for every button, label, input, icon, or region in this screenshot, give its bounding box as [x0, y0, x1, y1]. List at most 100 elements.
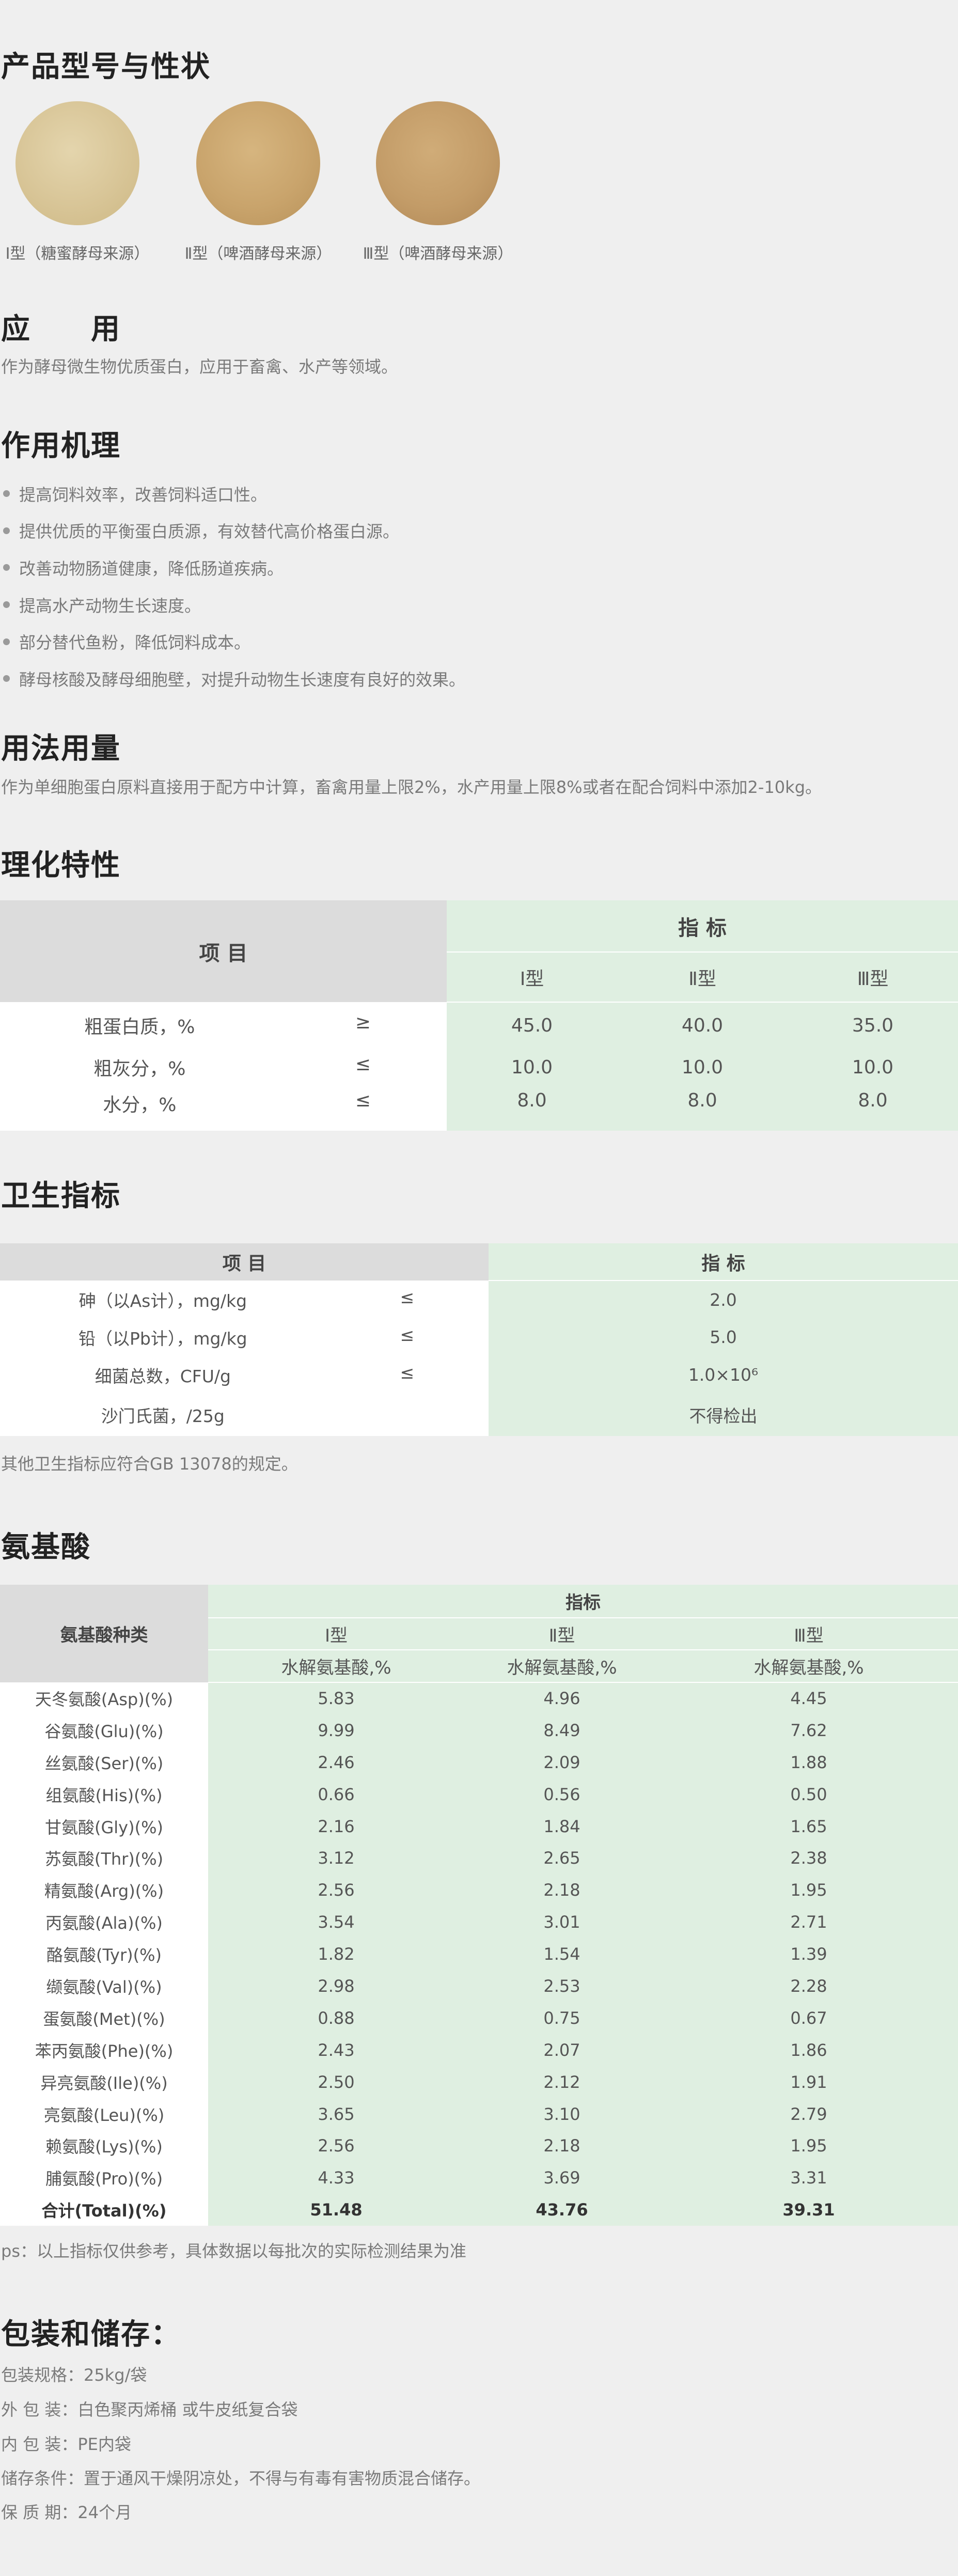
table-row: 赖氨酸(Lys)(%) 2.56 2.18 1.95: [0, 2130, 958, 2162]
list-item: 酵母核酸及酵母细胞壁，对提升动物生长速度有良好的效果。: [1, 660, 465, 697]
amino-value: 7.62: [659, 1714, 958, 1746]
amino-name: 脯氨酸(Pro)(%): [0, 2162, 208, 2194]
table-row: 甘氨酸(Gly)(%) 2.16 1.84 1.65: [0, 1810, 958, 1843]
amino-name: 丙氨酸(Ala)(%): [0, 1906, 208, 1939]
type-header-1: Ⅰ型: [208, 1617, 464, 1650]
amino-name: 谷氨酸(Glu)(%): [0, 1714, 208, 1746]
header-item: 项 目: [0, 900, 447, 1002]
amino-name: 丝氨酸(Ser)(%): [0, 1746, 208, 1778]
table-row: 水分，% ≤ 8.0 8.0 8.0: [0, 1086, 958, 1131]
amino-value: 2.56: [208, 1874, 464, 1907]
table-row: 谷氨酸(Glu)(%) 9.99 8.49 7.62: [0, 1714, 958, 1746]
type-header-1: Ⅰ型: [447, 951, 617, 1002]
product-type-3: Ⅲ型（啤酒酵母来源）: [355, 101, 521, 263]
amino-value: 8.49: [464, 1714, 659, 1746]
bullet-icon: [3, 490, 10, 497]
amino-value: 1.39: [659, 1938, 958, 1971]
table-row: 组氨酸(His)(%) 0.66 0.56 0.50: [0, 1778, 958, 1810]
amino-name: 合计(Total)(%): [0, 2194, 208, 2226]
amino-name: 甘氨酸(Gly)(%): [0, 1810, 208, 1843]
amino-value: 2.28: [659, 1970, 958, 2002]
table-row-total: 合计(Total)(%) 51.48 43.76 39.31: [0, 2194, 958, 2226]
amino-value: 5.83: [208, 1682, 464, 1714]
packaging-outer: 外 包 装：白色聚丙烯桶 或牛皮纸复合袋: [1, 2400, 298, 2419]
amino-value: 2.07: [464, 2034, 659, 2066]
amino-value: 0.75: [464, 2002, 659, 2034]
amino-value: 1.82: [208, 1938, 464, 1971]
amino-value: 9.99: [208, 1714, 464, 1746]
subheader-3: 水解氨基酸,%: [659, 1649, 958, 1682]
header-index: 指标: [208, 1585, 958, 1618]
product-type-1: Ⅰ型（糖蜜酵母来源）: [0, 101, 160, 263]
amino-value: 2.12: [464, 2066, 659, 2098]
amino-value: 3.31: [659, 2162, 958, 2194]
table-row: 酪氨酸(Tyr)(%) 1.82 1.54 1.39: [0, 1938, 958, 1971]
hygiene-note: 其他卫生指标应符合GB 13078的规定。: [1, 1454, 298, 1474]
table-row: 细菌总数，CFU/g ≤ 1.0×10⁶: [0, 1356, 958, 1394]
packaging-spec: 包装规格：25kg/袋: [1, 2365, 147, 2385]
powder-image-3: [376, 101, 500, 225]
amino-value: 2.53: [464, 1970, 659, 2002]
table-row: 异亮氨酸(Ile)(%) 2.50 2.12 1.91: [0, 2066, 958, 2098]
amino-value: 2.46: [208, 1746, 464, 1778]
amino-name: 组氨酸(His)(%): [0, 1778, 208, 1810]
table-row: 精氨酸(Arg)(%) 2.56 2.18 1.95: [0, 1874, 958, 1907]
amino-name: 苯丙氨酸(Phe)(%): [0, 2034, 208, 2066]
amino-value: 4.45: [659, 1682, 958, 1714]
usage-text: 作为单细胞蛋白原料直接用于配方中计算，畜禽用量上限2%，水产用量上限8%或者在配…: [1, 777, 822, 797]
type-header-2: Ⅱ型: [617, 951, 788, 1002]
table-row: 砷（以As计），mg/kg ≤ 2.0: [0, 1280, 958, 1318]
amino-value: 2.56: [208, 2130, 464, 2162]
hygiene-table: 项 目 指 标 砷（以As计），mg/kg ≤ 2.0 铅（以Pb计），mg/kg…: [0, 1243, 958, 1436]
amino-value: 2.38: [659, 1842, 958, 1875]
section-title-packaging: 包装和储存：: [1, 2318, 181, 2351]
product-caption-2: Ⅱ型（啤酒酵母来源）: [184, 245, 332, 263]
bullet-icon: [3, 564, 10, 571]
table-row: 缬氨酸(Val)(%) 2.98 2.53 2.28: [0, 1970, 958, 2002]
table-row: 丝氨酸(Ser)(%) 2.46 2.09 1.88: [0, 1746, 958, 1778]
amino-name: 精氨酸(Arg)(%): [0, 1874, 208, 1907]
storage-condition: 储存条件：置于通风干燥阴凉处，不得与有毒有害物质混合储存。: [1, 2469, 481, 2488]
section-title-product: 产品型号与性状: [1, 50, 211, 84]
type-header-2: Ⅱ型: [464, 1617, 659, 1650]
header-index: 指 标: [447, 900, 958, 952]
table-row: 天冬氨酸(Asp)(%) 5.83 4.96 4.45: [0, 1682, 958, 1714]
type-header-3: Ⅲ型: [788, 951, 958, 1002]
product-caption-1: Ⅰ型（糖蜜酵母来源）: [5, 245, 150, 263]
type-header-3: Ⅲ型: [659, 1617, 958, 1650]
amino-value: 3.69: [464, 2162, 659, 2194]
amino-value: 1.91: [659, 2066, 958, 2098]
amino-value: 1.54: [464, 1938, 659, 1971]
mechanism-list: 提高饲料效率，改善饲料适口性。 提供优质的平衡蛋白质源，有效替代高价格蛋白源。 …: [1, 475, 465, 697]
amino-value: 43.76: [464, 2194, 659, 2226]
amino-name: 缬氨酸(Val)(%): [0, 1970, 208, 2002]
amino-value: 4.96: [464, 1682, 659, 1714]
table-row: 蛋氨酸(Met)(%) 0.88 0.75 0.67: [0, 2002, 958, 2034]
amino-value: 0.56: [464, 1778, 659, 1810]
amino-name: 赖氨酸(Lys)(%): [0, 2130, 208, 2162]
amino-value: 2.16: [208, 1810, 464, 1843]
table-row: 粗灰分，% ≤ 10.0 10.0 10.0: [0, 1049, 958, 1086]
amino-value: 3.54: [208, 1906, 464, 1939]
section-title-hygiene: 卫生指标: [1, 1179, 121, 1213]
amino-name: 苏氨酸(Thr)(%): [0, 1842, 208, 1875]
amino-name: 酪氨酸(Tyr)(%): [0, 1938, 208, 1971]
list-item: 改善动物肠道健康，降低肠道疾病。: [1, 549, 465, 586]
subheader-1: 水解氨基酸,%: [208, 1649, 464, 1682]
amino-name: 亮氨酸(Leu)(%): [0, 2098, 208, 2130]
header-item: 项 目: [0, 1243, 489, 1281]
application-text: 作为酵母微生物优质蛋白，应用于畜禽、水产等领域。: [1, 357, 398, 377]
amino-value: 2.71: [659, 1906, 958, 1939]
amino-value: 1.86: [659, 2034, 958, 2066]
amino-value: 0.50: [659, 1778, 958, 1810]
list-item: 提供优质的平衡蛋白质源，有效替代高价格蛋白源。: [1, 512, 465, 550]
bullet-icon: [3, 638, 10, 645]
amino-value: 3.01: [464, 1906, 659, 1939]
subheader-2: 水解氨基酸,%: [464, 1649, 659, 1682]
amino-value: 3.65: [208, 2098, 464, 2130]
table-row: 丙氨酸(Ala)(%) 3.54 3.01 2.71: [0, 1906, 958, 1939]
amino-value: 4.33: [208, 2162, 464, 2194]
amino-value: 2.98: [208, 1970, 464, 2002]
amino-value: 39.31: [659, 2194, 958, 2226]
table-row: 沙门氏菌，/25g 不得检出: [0, 1394, 958, 1436]
